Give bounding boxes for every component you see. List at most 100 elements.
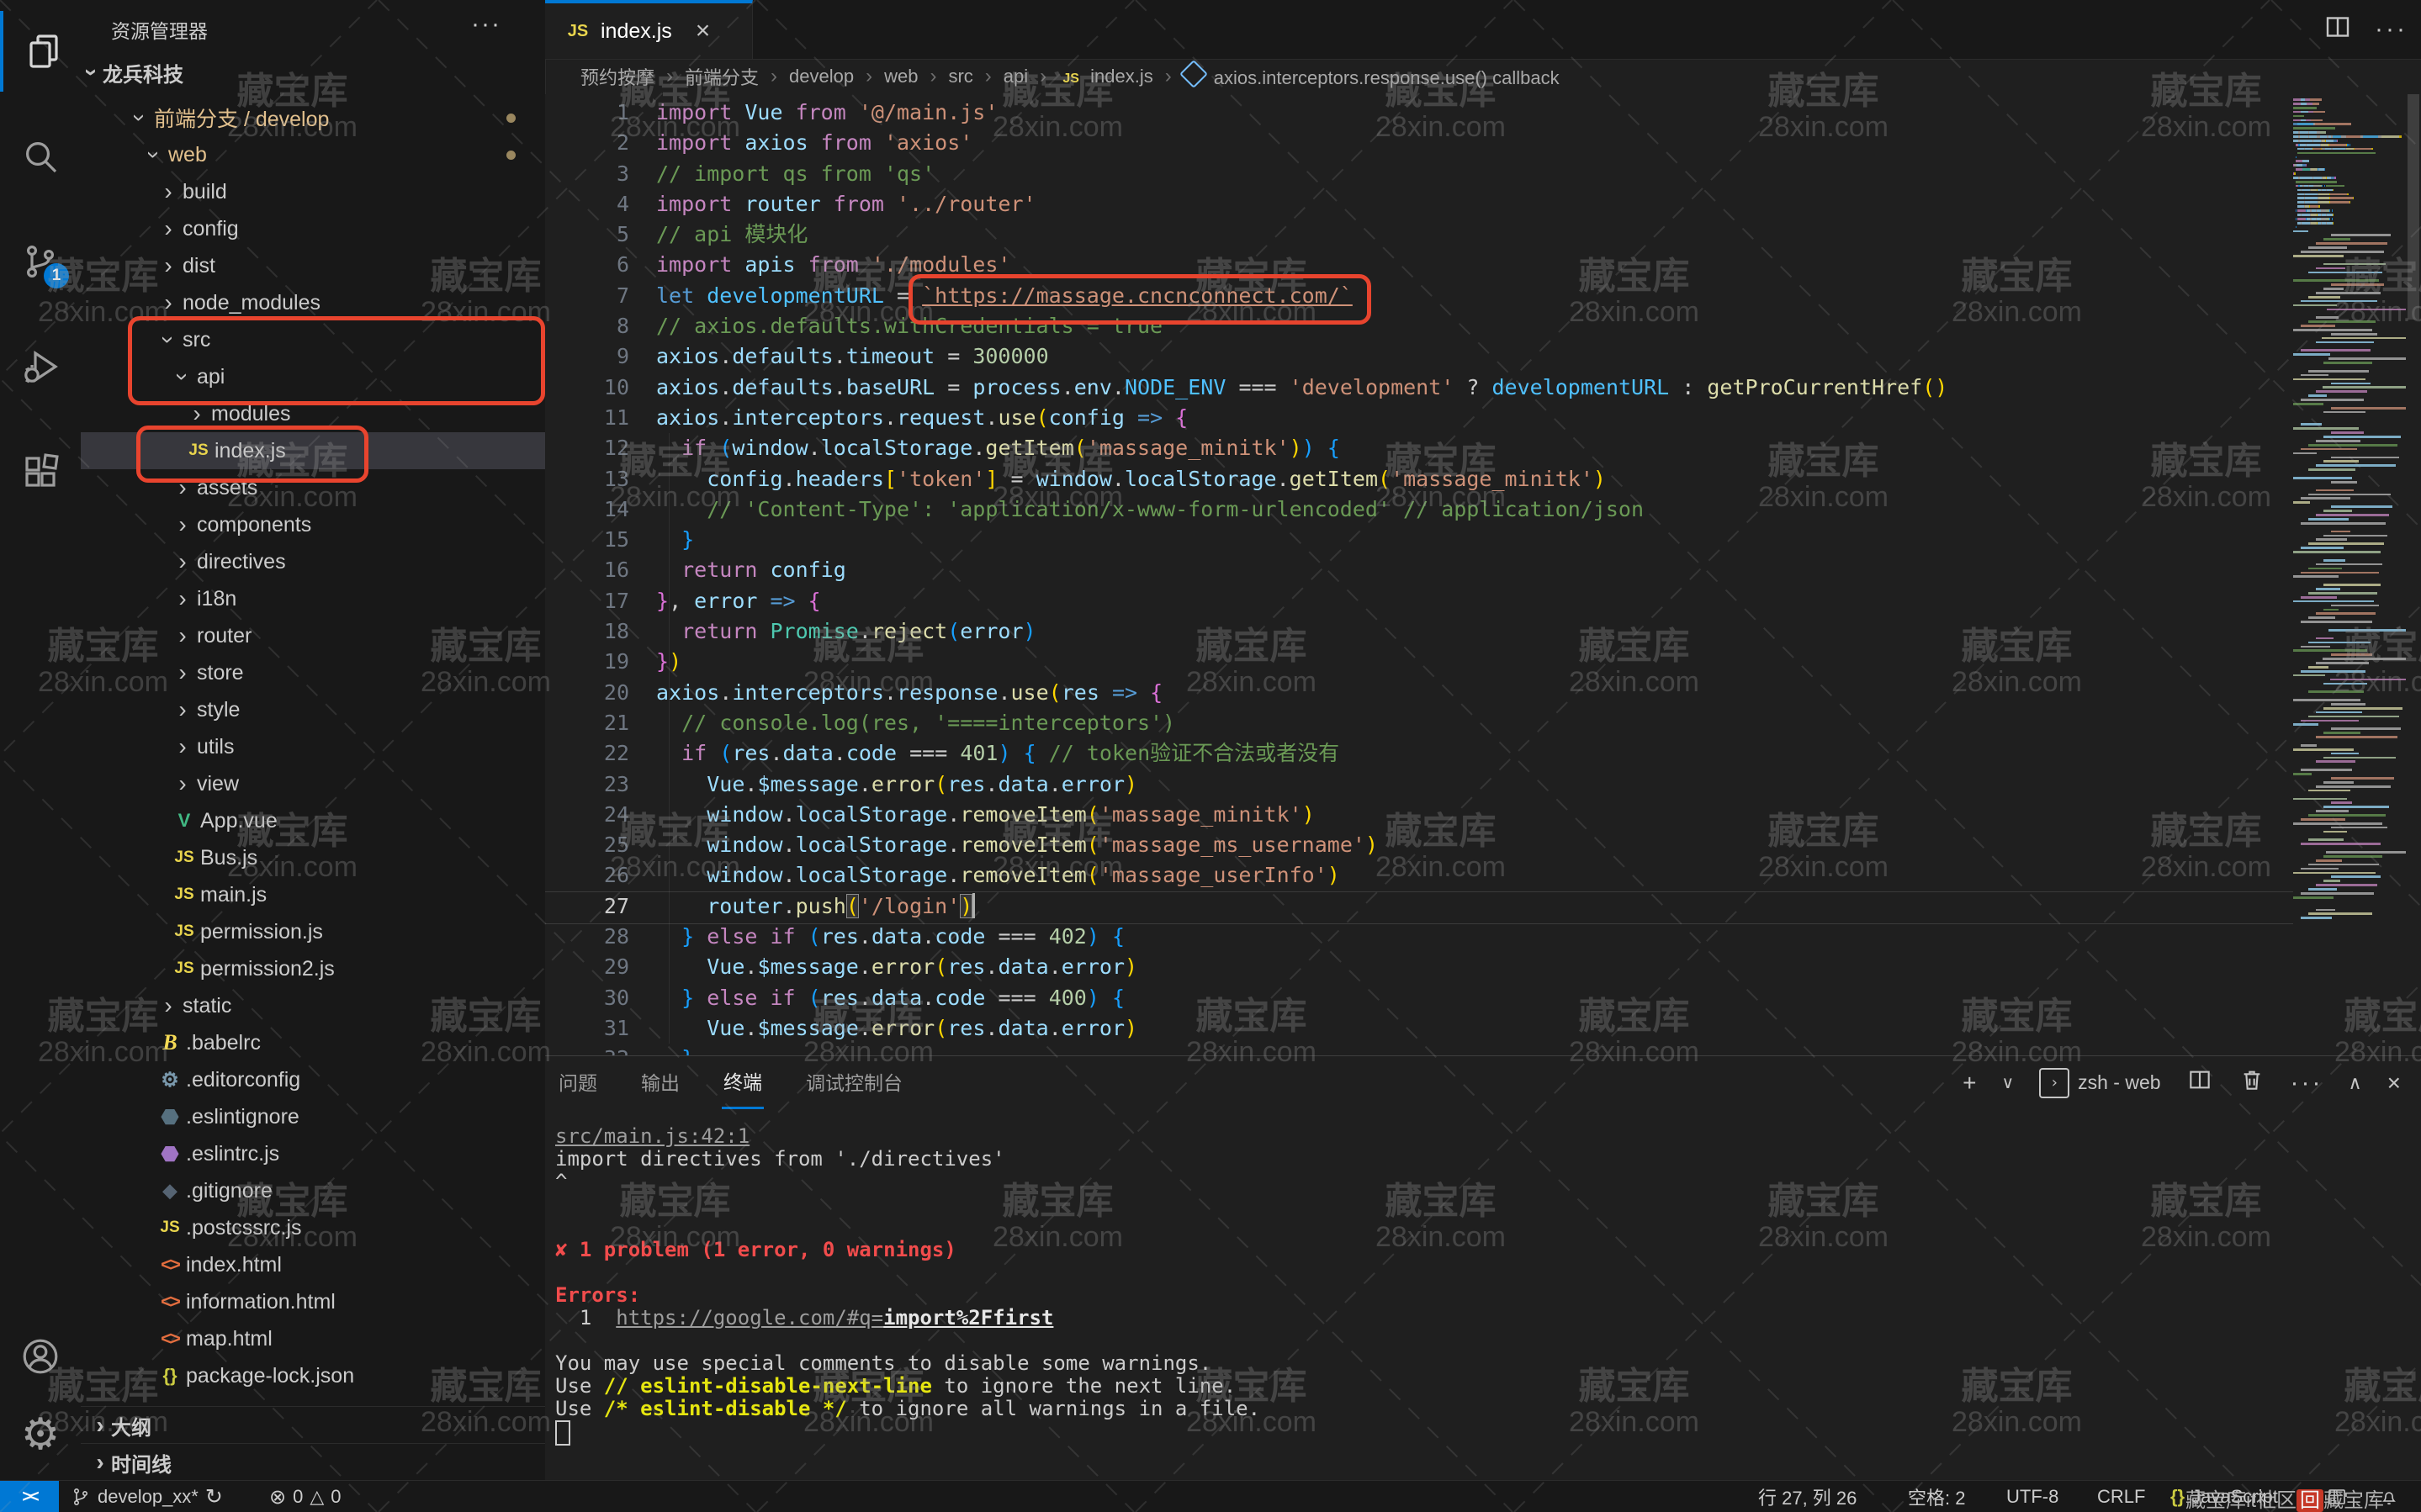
scrollbar[interactable] <box>2408 94 2419 320</box>
tree-item-.babelrc[interactable]: B.babelrc <box>81 1024 545 1061</box>
watermark-footer: 藏宝库it社区回藏宝库 <box>2185 1483 2384 1512</box>
workspace-section-header[interactable]: › 龙兵科技 <box>81 54 545 91</box>
tree-item--develop[interactable]: ›前端分支 / develop <box>81 99 545 136</box>
encoding-item[interactable]: UTF-8 <box>2006 1481 2058 1512</box>
tree-item-dist[interactable]: ›dist <box>81 247 545 284</box>
sync-icon[interactable]: ↻ <box>205 1484 223 1509</box>
sidebar-section-timeline[interactable]: ›时间线 <box>81 1443 545 1481</box>
more-actions-icon[interactable]: ··· <box>2291 1069 2323 1097</box>
tree-item-router[interactable]: ›router <box>81 617 545 654</box>
activitybar-account-icon[interactable] <box>0 1316 81 1397</box>
activitybar-run-debug-icon[interactable] <box>0 326 81 407</box>
cursor-position-item[interactable]: 行 27, 列 26 <box>1758 1481 1857 1512</box>
tree-item-.gitignore[interactable]: ◆.gitignore <box>81 1172 545 1209</box>
tree-item-modules[interactable]: ›modules <box>81 395 545 432</box>
activitybar-explorer-icon[interactable] <box>0 11 84 92</box>
chevron-right-icon: › <box>172 696 193 723</box>
tree-item-node_modules[interactable]: ›node_modules <box>81 284 545 321</box>
tree-item-directives[interactable]: ›directives <box>81 543 545 580</box>
code-line-9: axios.defaults.timeout = 300000 <box>656 341 1947 372</box>
sidebar-title: 资源管理器 <box>111 15 208 44</box>
minimap[interactable] <box>2293 98 2406 920</box>
breadcrumb-item[interactable]: JSindex.js <box>1058 66 1153 87</box>
tree-item-api[interactable]: ›api <box>81 358 545 395</box>
panel-tabs: 问题输出终端调试控制台 <box>557 1056 904 1107</box>
activitybar-extensions-icon[interactable] <box>0 431 81 512</box>
tree-item-information.html[interactable]: <>information.html <box>81 1283 545 1320</box>
breadcrumb-item[interactable]: axios.interceptors.response.use() callba… <box>1184 64 1560 89</box>
code-line-4: import router from '../router' <box>656 189 1947 219</box>
split-terminal-icon[interactable] <box>2186 1066 2213 1099</box>
indentation-item[interactable]: 空格: 2 <box>1908 1481 1965 1512</box>
split-editor-icon[interactable] <box>2323 12 2353 46</box>
tree-item-components[interactable]: ›components <box>81 506 545 543</box>
symbol-icon <box>1179 60 1208 88</box>
code-line-12: if (window.localStorage.getItem('massage… <box>656 433 1947 463</box>
tree-item-i18n[interactable]: ›i18n <box>81 580 545 617</box>
tree-item-Bus.js[interactable]: JSBus.js <box>81 839 545 876</box>
tree-item-src[interactable]: ›src <box>81 321 545 358</box>
tree-item-.editorconfig[interactable]: ⚙.editorconfig <box>81 1061 545 1098</box>
tree-item-.eslintignore[interactable]: ⬣.eslintignore <box>81 1098 545 1135</box>
code-line-24: window.localStorage.removeItem('massage_… <box>656 800 1947 830</box>
activitybar-settings-icon[interactable]: ⚙ <box>0 1394 81 1475</box>
tree-item-store[interactable]: ›store <box>81 654 545 691</box>
text-cursor <box>972 893 975 918</box>
tree-item-package-lock.json[interactable]: {}package-lock.json <box>81 1357 545 1394</box>
eol-item[interactable]: CRLF <box>2097 1481 2145 1512</box>
tree-item-view[interactable]: ›view <box>81 765 545 802</box>
tree-item-.eslintrc.js[interactable]: ⬣.eslintrc.js <box>81 1135 545 1172</box>
panel-tab-问题[interactable]: 问题 <box>557 1055 599 1108</box>
breadcrumb-item[interactable]: 前端分支 <box>685 63 759 90</box>
breadcrumb-item[interactable]: web <box>884 66 918 87</box>
tree-item-web[interactable]: ›web <box>81 136 545 173</box>
panel-tab-调试控制台[interactable]: 调试控制台 <box>804 1055 904 1108</box>
more-actions-icon[interactable]: ··· <box>2375 15 2408 44</box>
code-line-28: } else if (res.data.code === 402) { <box>656 922 1947 952</box>
more-actions-icon[interactable]: ··· <box>471 10 501 39</box>
tree-item-App.vue[interactable]: VApp.vue <box>81 802 545 839</box>
tree-item-utils[interactable]: ›utils <box>81 728 545 765</box>
maximize-panel-icon[interactable]: ∧ <box>2349 1072 2362 1094</box>
tree-item-index.js[interactable]: JSindex.js <box>81 432 545 469</box>
terminal-instance[interactable]: › zsh - web <box>2039 1068 2160 1098</box>
code-line-23: Vue.$message.error(res.data.error) <box>656 769 1947 800</box>
sidebar-header: 资源管理器 ··· <box>81 0 545 54</box>
breadcrumb-item[interactable]: api <box>1004 66 1028 87</box>
tree-item-assets[interactable]: ›assets <box>81 469 545 506</box>
remote-indicator[interactable]: >< <box>0 1481 59 1512</box>
breadcrumb-item[interactable]: develop <box>789 66 854 87</box>
tree-item-map.html[interactable]: <>map.html <box>81 1320 545 1357</box>
close-icon[interactable]: × <box>696 17 711 45</box>
close-panel-icon[interactable]: × <box>2387 1070 2401 1097</box>
tree-item-style[interactable]: ›style <box>81 691 545 728</box>
panel-tab-终端[interactable]: 终端 <box>722 1055 764 1109</box>
new-terminal-button[interactable]: + <box>1963 1070 1976 1097</box>
tree-item-config[interactable]: ›config <box>81 210 545 247</box>
breadcrumb-item[interactable]: src <box>948 66 972 87</box>
chevron-down-icon[interactable]: ∨ <box>2001 1072 2014 1093</box>
code-editor[interactable]: 1234567891011121314151617181920212223242… <box>545 94 2421 1055</box>
git-branch-item[interactable]: develop_xx* ↻ <box>71 1481 223 1512</box>
tree-item-static[interactable]: ›static <box>81 987 545 1024</box>
breadcrumb-item[interactable]: 预约按摩 <box>580 63 654 90</box>
workspace-name: 龙兵科技 <box>103 58 183 87</box>
code-line-20: axios.interceptors.response.use(res => { <box>656 678 1947 708</box>
panel-tab-输出[interactable]: 输出 <box>639 1055 681 1108</box>
terminal-output[interactable]: src/main.js:42:1import directives from '… <box>555 1125 1260 1447</box>
activitybar-source-control-icon[interactable]: 1 <box>0 221 81 302</box>
tree-item-permission.js[interactable]: JSpermission.js <box>81 913 545 950</box>
code-line-31: Vue.$message.error(res.data.error) <box>656 1013 1947 1044</box>
chevron-right-icon: › <box>157 992 179 1019</box>
problems-item[interactable]: ⊗ 0 △ 0 <box>269 1481 342 1512</box>
tab-index-js[interactable]: JS index.js × <box>545 0 753 59</box>
kill-terminal-icon[interactable] <box>2238 1066 2265 1099</box>
tree-item-index.html[interactable]: <>index.html <box>81 1246 545 1283</box>
tree-item-main.js[interactable]: JSmain.js <box>81 876 545 913</box>
tree-item-permission2.js[interactable]: JSpermission2.js <box>81 950 545 987</box>
activitybar-search-icon[interactable] <box>0 116 81 197</box>
tree-item-build[interactable]: ›build <box>81 173 545 210</box>
terminal-cursor <box>555 1420 570 1446</box>
sidebar-section-outline[interactable]: ›大纲 <box>81 1406 545 1444</box>
tree-item-.postcssrc.js[interactable]: JS.postcssrc.js <box>81 1209 545 1246</box>
